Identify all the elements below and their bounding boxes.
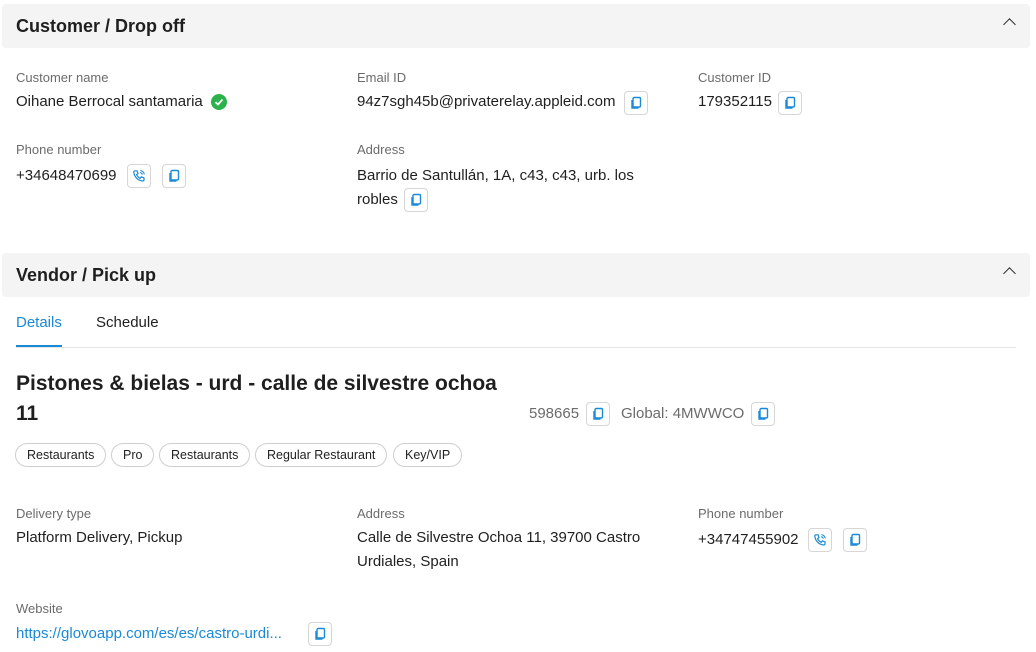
tag-chip: Key/VIP xyxy=(393,443,463,467)
vendor-address-line1: Calle de Silvestre Ochoa 11, 39700 Castr… xyxy=(357,529,641,546)
customer-name-label: Customer name xyxy=(16,70,109,85)
tab-schedule[interactable]: Schedule xyxy=(96,314,159,331)
vendor-phone-label: Phone number xyxy=(698,506,784,521)
customer-address-line1: Barrio de Santullán, 1A, c43, c43, urb. … xyxy=(357,167,634,184)
customer-address-line2: robles xyxy=(357,191,398,208)
customer-address-label: Address xyxy=(357,142,405,157)
phone-call-icon xyxy=(814,533,826,546)
customer-name: Oihane Berrocal santamaria xyxy=(16,93,203,110)
copy-icon xyxy=(315,627,326,640)
copy-customer-phone-button[interactable] xyxy=(162,164,186,188)
copy-vendor-phone-button[interactable] xyxy=(843,528,867,552)
copy-icon xyxy=(758,407,769,420)
copy-icon xyxy=(785,96,796,109)
vendor-section-title: Vendor / Pick up xyxy=(16,265,157,285)
customer-section-header[interactable]: Customer / Drop off xyxy=(2,4,1030,48)
vendor-section-header[interactable]: Vendor / Pick up xyxy=(2,253,1030,297)
copy-website-button[interactable] xyxy=(308,622,332,646)
tag-chip: Pro xyxy=(111,443,155,467)
verified-check-icon xyxy=(211,94,227,110)
tabs-divider xyxy=(16,347,1016,348)
website-link[interactable]: https://glovoapp.com/es/es/castro-urdi..… xyxy=(16,622,282,646)
copy-icon xyxy=(850,533,861,546)
vendor-address-line2: Urdiales, Spain xyxy=(357,553,459,570)
copy-icon xyxy=(593,407,604,420)
customer-section-title: Customer / Drop off xyxy=(16,16,185,36)
customer-id-value: 179352115 xyxy=(698,93,772,110)
email-value: 94z7sgh45b@privaterelay.appleid.com xyxy=(357,93,616,110)
copy-customer-address-button[interactable] xyxy=(404,188,428,212)
copy-store-id-button[interactable] xyxy=(586,402,610,426)
chevron-up-icon[interactable] xyxy=(1003,267,1016,280)
copy-global-id-button[interactable] xyxy=(751,402,775,426)
email-label: Email ID xyxy=(357,70,407,85)
chevron-up-icon[interactable] xyxy=(1003,18,1016,31)
tag-chip: Restaurants xyxy=(159,443,251,467)
customer-phone-label: Phone number xyxy=(16,142,102,157)
call-vendor-button[interactable] xyxy=(808,528,832,552)
copy-email-button[interactable] xyxy=(624,91,648,115)
copy-icon xyxy=(169,169,180,182)
vendor-name-line1: Pistones & bielas - urd - calle de silve… xyxy=(16,372,497,395)
vendor-address-label: Address xyxy=(357,506,405,521)
tag-chip: Restaurants xyxy=(15,443,107,467)
copy-icon xyxy=(631,96,642,109)
website-label: Website xyxy=(16,601,63,616)
active-tab-indicator xyxy=(16,345,62,347)
customer-phone-value: +34648470699 xyxy=(16,167,117,184)
customer-id-label: Customer ID xyxy=(698,70,771,85)
store-id-value: 598665 xyxy=(529,405,580,422)
vendor-phone-value: +34747455902 xyxy=(698,531,799,548)
delivery-type-value: Platform Delivery, Pickup xyxy=(16,529,183,546)
vendor-name-line2: 11 xyxy=(16,402,39,425)
copy-icon xyxy=(411,193,422,206)
call-customer-button[interactable] xyxy=(127,164,151,188)
delivery-type-label: Delivery type xyxy=(16,506,92,521)
global-id-value: Global: 4MWWCO xyxy=(621,405,745,422)
tab-details[interactable]: Details xyxy=(16,314,62,331)
tag-chip: Regular Restaurant xyxy=(255,443,388,467)
copy-customer-id-button[interactable] xyxy=(778,91,802,115)
phone-call-icon xyxy=(133,169,145,182)
vendor-name: Pistones & bielas - urd - calle de silve… xyxy=(16,369,536,429)
